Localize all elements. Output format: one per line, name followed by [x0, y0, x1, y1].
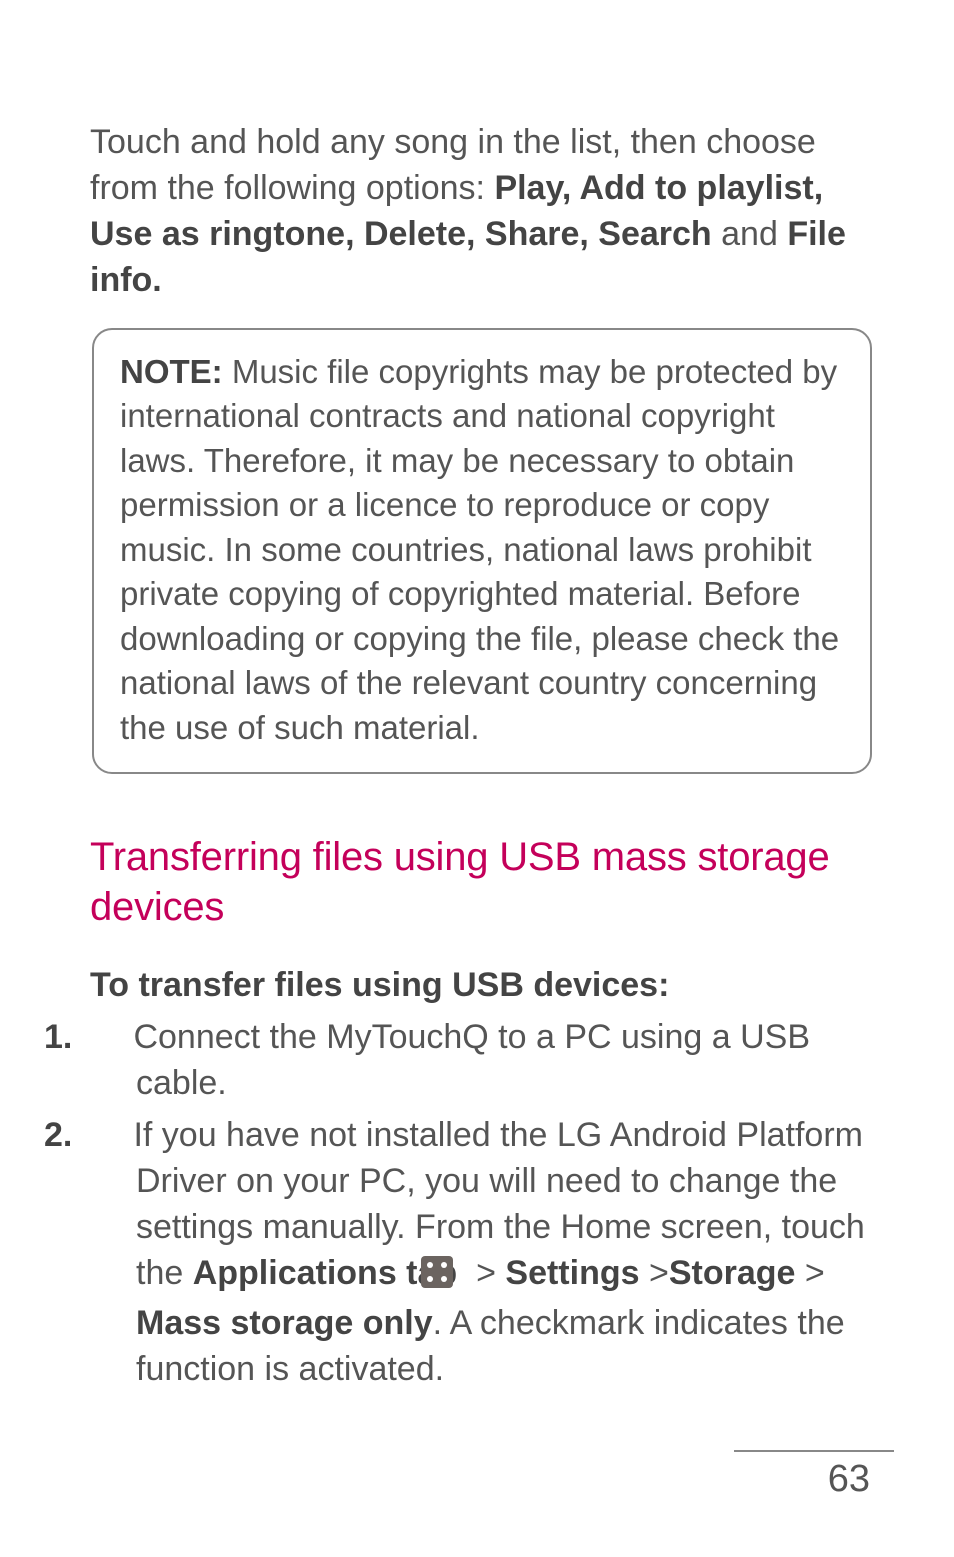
storage-label: Storage [669, 1254, 796, 1292]
step-2: 2. If you have not installed the LG Andr… [90, 1113, 874, 1392]
note-box: NOTE: Music file copyrights may be prote… [92, 328, 872, 775]
mass-storage-label: Mass storage only [136, 1304, 433, 1342]
step-number-1: 1. [90, 1015, 124, 1061]
note-body: Music file copyrights may be protected b… [120, 353, 839, 746]
step-1: 1. Connect the MyTouchQ to a PC using a … [90, 1015, 874, 1107]
page-content: Touch and hold any song in the list, the… [0, 0, 954, 1393]
step2-m1 [457, 1254, 466, 1292]
footer-divider [734, 1450, 894, 1452]
sub-heading: To transfer files using USB devices: [90, 966, 874, 1005]
intro-paragraph: Touch and hold any song in the list, the… [90, 120, 874, 304]
note-text: NOTE: Music file copyrights may be prote… [120, 350, 844, 751]
step2-m3: > [640, 1254, 669, 1292]
settings-label: Settings [505, 1254, 639, 1292]
page-number: 63 [734, 1458, 954, 1501]
page-footer: 63 [734, 1450, 954, 1501]
step2-m4: > [795, 1254, 824, 1292]
step2-m2: > [467, 1254, 506, 1292]
section-heading: Transferring files using USB mass storag… [90, 832, 874, 932]
step-number-2: 2. [90, 1113, 124, 1159]
note-label: NOTE: [120, 353, 223, 390]
step-body-2: If you have not installed the LG Android… [124, 1116, 865, 1387]
applications-tab-label: Applications tab [193, 1254, 457, 1292]
step-body-1: Connect the MyTouchQ to a PC using a USB… [124, 1018, 810, 1102]
intro-mid: and [712, 215, 788, 253]
